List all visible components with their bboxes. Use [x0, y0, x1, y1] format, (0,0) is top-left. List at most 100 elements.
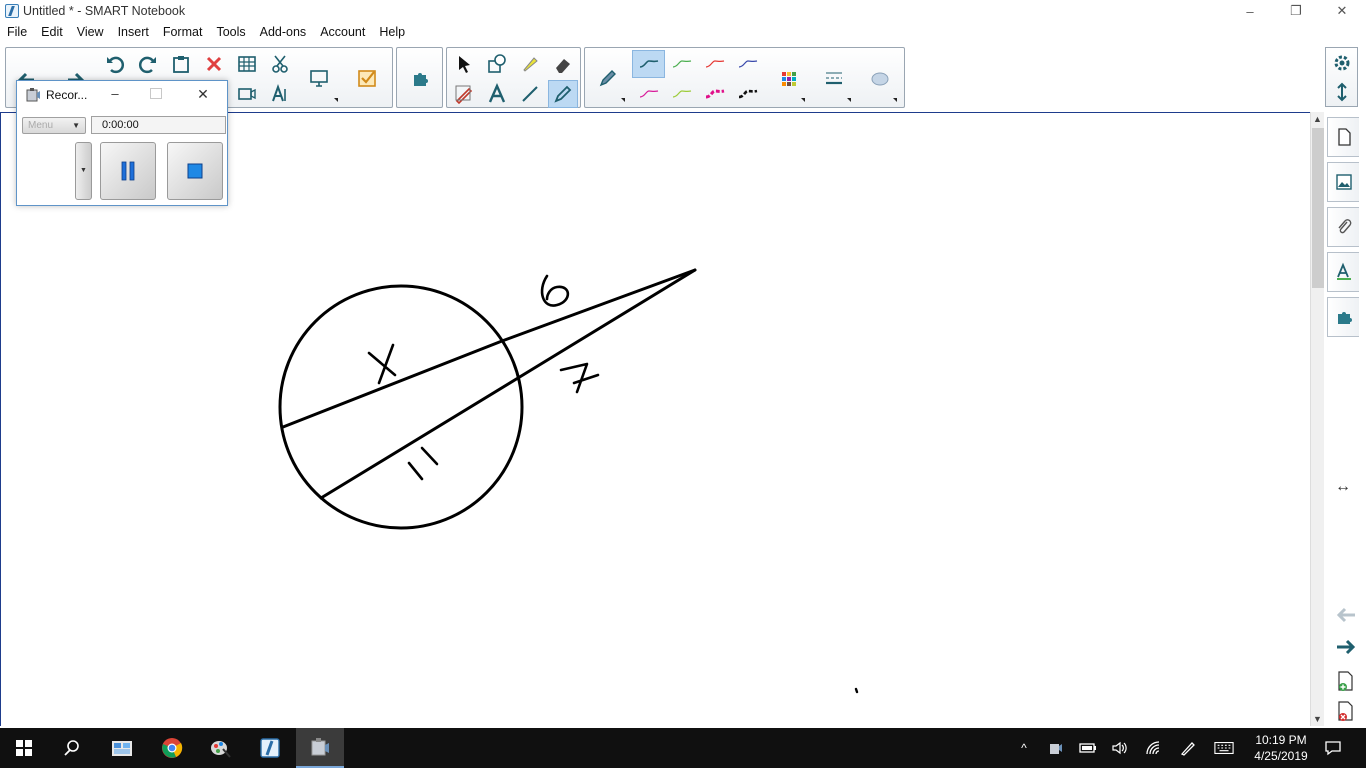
taskbar-clock[interactable]: 10:19 PM 4/25/2019	[1246, 732, 1316, 764]
dropdown-arrow-icon[interactable]	[893, 98, 897, 102]
taskbar-app-smart-notebook[interactable]	[246, 728, 294, 768]
video-button[interactable]	[232, 80, 262, 108]
highlighter-tool[interactable]	[515, 50, 545, 78]
eraser-tool[interactable]	[548, 50, 578, 78]
menu-view[interactable]: View	[70, 22, 111, 43]
scroll-up-icon[interactable]: ▲	[1313, 114, 1322, 124]
pen-preset-dashed-black[interactable]	[731, 80, 764, 108]
recorder-volume-dropdown[interactable]: ▼	[75, 142, 92, 200]
cursor-arrow-icon	[459, 56, 470, 73]
taskbar-app-paint[interactable]	[196, 728, 244, 768]
pen-preset-blue[interactable]	[731, 50, 764, 78]
pen-preset-magenta[interactable]	[632, 80, 665, 108]
recorder-icon	[311, 738, 329, 756]
clock-date: 4/25/2019	[1254, 749, 1308, 763]
stroke-sample-icon	[705, 89, 724, 99]
text-tool[interactable]	[482, 80, 512, 108]
volume-icon[interactable]	[1110, 738, 1130, 758]
taskbar-app-recorder[interactable]	[296, 728, 344, 768]
next-page-icon[interactable]	[1335, 638, 1357, 659]
dropdown-arrow-icon[interactable]	[801, 98, 805, 102]
pen-preset-green[interactable]	[665, 50, 698, 78]
stroke-sample-icon	[672, 90, 691, 98]
addons-button[interactable]	[405, 64, 435, 92]
pen-preset-red[interactable]	[698, 50, 731, 78]
menu-file[interactable]: File	[0, 22, 34, 43]
chevron-down-icon: ▼	[72, 121, 80, 130]
restore-button[interactable]: ❐	[1273, 0, 1319, 22]
touch-keyboard-icon[interactable]	[1214, 738, 1234, 758]
close-button[interactable]: ✕	[1319, 0, 1365, 22]
response-button[interactable]	[352, 64, 382, 92]
paste-button[interactable]	[166, 50, 196, 78]
taskbar-app-explorer[interactable]	[98, 728, 146, 768]
addons-tab[interactable]	[1327, 297, 1359, 337]
menu-add-ons[interactable]: Add-ons	[253, 22, 314, 43]
taskbar-app-chrome[interactable]	[148, 728, 196, 768]
delete-page-icon[interactable]	[1337, 700, 1355, 725]
pen-types-button[interactable]	[593, 64, 623, 92]
menu-format[interactable]: Format	[156, 22, 210, 43]
tray-recorder-icon[interactable]	[1046, 738, 1066, 758]
line-tool[interactable]	[515, 80, 545, 108]
stroke-sample-icon	[639, 90, 658, 98]
vertical-scrollbar[interactable]: ▲ ▼	[1310, 112, 1324, 726]
scroll-down-icon[interactable]: ▼	[1313, 714, 1322, 724]
line-style-button[interactable]	[819, 64, 849, 92]
pen-preset-dashed-magenta[interactable]	[698, 80, 731, 108]
dropdown-arrow-icon[interactable]	[621, 98, 625, 102]
minimize-button[interactable]: –	[1227, 0, 1273, 22]
properties-tab[interactable]	[1327, 252, 1359, 292]
attachments-tab[interactable]	[1327, 207, 1359, 247]
stop-button[interactable]	[167, 142, 223, 200]
start-button[interactable]	[0, 728, 48, 768]
undo-button[interactable]	[100, 50, 130, 78]
recorder-close-button[interactable]: ✕	[193, 86, 213, 103]
settings-button[interactable]	[1327, 49, 1357, 77]
insert-table-button[interactable]	[232, 50, 262, 78]
dropdown-arrow-icon[interactable]	[847, 98, 851, 102]
menu-help[interactable]: Help	[372, 22, 412, 43]
cut-button[interactable]	[265, 50, 295, 78]
chevron-up-icon[interactable]: ^	[1014, 738, 1034, 758]
gallery-tab[interactable]	[1327, 162, 1359, 202]
magic-pen-tool[interactable]	[449, 80, 479, 108]
recorder-menu-dropdown[interactable]: Menu ▼	[22, 117, 86, 134]
magic-pen-icon	[455, 85, 473, 105]
wifi-icon[interactable]	[1144, 738, 1164, 758]
notifications-icon[interactable]	[1323, 738, 1343, 758]
page-icon	[1337, 128, 1351, 146]
recorder-time-display: 0:00:00	[91, 116, 226, 134]
pen-preset-lime[interactable]	[665, 80, 698, 108]
pause-button[interactable]	[100, 142, 156, 200]
redo-button[interactable]	[133, 50, 163, 78]
menu-tools[interactable]: Tools	[209, 22, 252, 43]
dropdown-arrow-icon[interactable]	[334, 98, 338, 102]
menu-insert[interactable]: Insert	[111, 22, 156, 43]
menu-account[interactable]: Account	[313, 22, 372, 43]
select-tool[interactable]	[449, 50, 479, 78]
shapes-tool[interactable]	[482, 50, 512, 78]
text-recognition-button[interactable]	[265, 80, 295, 108]
color-palette-button[interactable]	[773, 64, 803, 92]
fill-effects-button[interactable]	[865, 64, 895, 92]
search-button[interactable]	[48, 728, 96, 768]
toolbar-move-button[interactable]	[1327, 78, 1357, 106]
battery-icon[interactable]	[1078, 738, 1098, 758]
recorder-menu-label: Menu	[28, 120, 54, 131]
pen-workspace-icon[interactable]	[1178, 738, 1198, 758]
previous-page-icon[interactable]	[1335, 606, 1357, 627]
delete-button[interactable]	[199, 50, 229, 78]
add-page-icon[interactable]	[1337, 670, 1355, 695]
smart-notebook-icon	[260, 738, 280, 758]
scroll-thumb[interactable]	[1312, 128, 1324, 288]
page-sorter-tab[interactable]	[1327, 117, 1359, 157]
pen-preset-black[interactable]	[632, 50, 665, 78]
highlighter-icon	[523, 57, 538, 72]
screen-shade-button[interactable]	[304, 64, 334, 92]
recorder-minimize-button[interactable]: –	[105, 86, 125, 101]
resize-arrows-icon[interactable]: ↔	[1335, 478, 1351, 496]
stop-icon	[187, 163, 203, 179]
menu-edit[interactable]: Edit	[34, 22, 70, 43]
pen-tool[interactable]	[548, 80, 578, 108]
